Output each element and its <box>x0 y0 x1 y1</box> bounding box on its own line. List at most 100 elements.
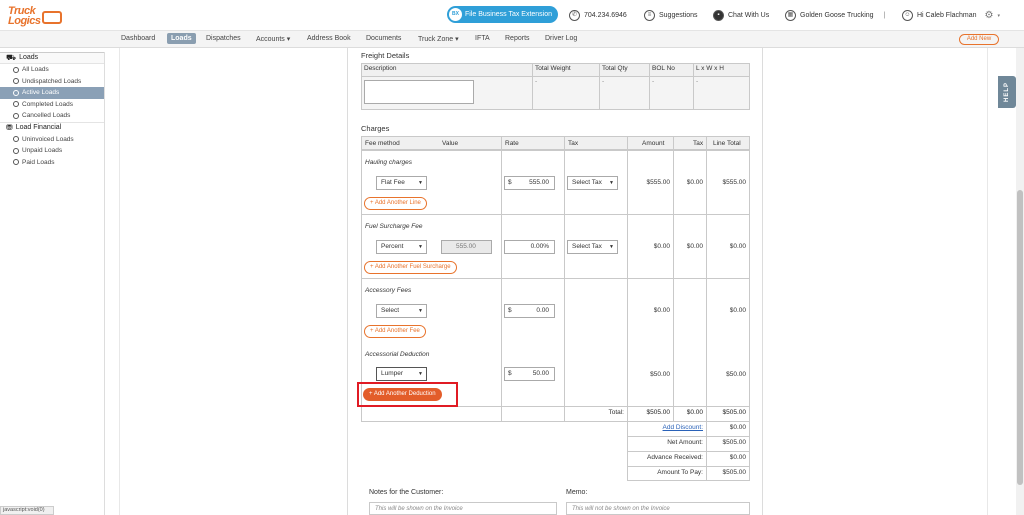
scrollbar[interactable] <box>1016 48 1024 515</box>
column-header: Description <box>361 63 533 77</box>
scrollbar-thumb[interactable] <box>1017 190 1023 485</box>
help-tab[interactable]: HELP <box>998 76 1016 108</box>
sidebar-item-label: Active Loads <box>22 89 60 96</box>
fuel-tax-amount: $0.00 <box>686 243 703 250</box>
add-another-line-button[interactable]: + Add Another Line <box>364 197 427 210</box>
circle-icon <box>13 159 19 166</box>
nav-loads[interactable]: Loads <box>167 33 196 44</box>
fuel-value-input: 555.00 <box>441 240 492 254</box>
sidebar-item-paid-loads[interactable]: Paid Loads <box>0 157 104 169</box>
truck-icon: ⛟ <box>6 53 17 62</box>
truck-logics-logo[interactable]: Truck Logics <box>6 5 62 29</box>
sidebar-item-completed-loads[interactable]: Completed Loads <box>0 99 104 111</box>
content-divider <box>119 48 120 515</box>
sidebar-header-load-financial[interactable]: ⛃ Load Financial <box>0 121 104 134</box>
sidebar-item-label: Unpaid Loads <box>22 147 63 154</box>
nav-driver-log[interactable]: Driver Log <box>545 35 577 42</box>
gear-icon[interactable]: ⚙ <box>985 10 994 21</box>
amount-to-pay-value: $505.00 <box>722 469 747 476</box>
currency-symbol: $ <box>508 307 512 314</box>
sidebar-item-label: Completed Loads <box>22 100 73 108</box>
accessory-fee-select[interactable]: Select ▼ <box>376 304 427 318</box>
sidebar-item-undispatched-loads[interactable]: Undispatched Loads <box>0 76 104 88</box>
deduction-type-select[interactable]: Lumper ▼ <box>376 367 427 381</box>
add-another-fuel-surcharge-button[interactable]: + Add Another Fuel Surcharge <box>364 261 457 274</box>
nav-truck-zone[interactable]: Truck Zone ▾ <box>418 35 459 43</box>
sidebar-item-active-loads[interactable]: Active Loads <box>0 87 104 99</box>
add-new-button[interactable]: Add New <box>959 34 999 45</box>
phone-icon: ✆ <box>569 10 580 21</box>
advance-received-value: $0.00 <box>729 454 746 461</box>
freight-details-title: Freight Details <box>361 51 410 60</box>
total-line: $505.00 <box>722 409 747 416</box>
sidebar-header-label: Loads <box>19 54 39 61</box>
nav-documents[interactable]: Documents <box>366 35 401 42</box>
discount-value: $0.00 <box>729 424 746 431</box>
table-cell: - <box>532 76 600 110</box>
customer-notes-textarea[interactable]: This will be shown on the Invoice <box>369 502 557 515</box>
nav-dashboard[interactable]: Dashboard <box>121 35 155 42</box>
column-header: BOL No <box>649 63 694 77</box>
sidebar-item-all-loads[interactable]: All Loads <box>0 64 104 76</box>
phone-number: 704.234.6946 <box>584 12 627 19</box>
sidebar-item-label: All Loads <box>22 66 49 73</box>
phone-link[interactable]: ✆ 704.234.6946 <box>569 10 627 21</box>
chevron-down-icon: ▼ <box>418 308 423 314</box>
nav-dispatches[interactable]: Dispatches <box>206 35 241 42</box>
chat-icon: ▪ <box>713 10 724 21</box>
divider <box>361 214 750 215</box>
freight-table: Description Total Weight Total Qty BOL N… <box>361 63 750 110</box>
file-tax-extension-button[interactable]: BX File Business Tax Extension <box>447 6 558 23</box>
chevron-down-icon: ▼ <box>418 371 423 377</box>
memo-textarea[interactable]: This will not be shown on the Invoice <box>566 502 750 515</box>
button-label: Add Another Fee <box>374 328 420 334</box>
chevron-down-icon: ▼ <box>609 244 614 250</box>
status-bar: javascript:void(0) <box>0 506 54 515</box>
suggestions-link[interactable]: ≡ Suggestions <box>644 10 698 21</box>
column-header: Tax <box>568 140 579 147</box>
sidebar-item-cancelled-loads[interactable]: Cancelled Loads <box>0 110 104 122</box>
sidebar-item-uninvoiced-loads[interactable]: Uninvoiced Loads <box>0 134 104 146</box>
fuel-tax-select[interactable]: Select Tax ▼ <box>567 240 618 254</box>
description-textarea[interactable] <box>364 80 474 104</box>
nav-accounts[interactable]: Accounts ▾ <box>256 35 290 43</box>
circle-icon <box>13 78 19 85</box>
hauling-fee-method-select[interactable]: Flat Fee ▼ <box>376 176 427 190</box>
sidebar-item-label: Cancelled Loads <box>22 112 71 119</box>
user-icon: ☺ <box>902 10 913 21</box>
sidebar-item-label: Undispatched Loads <box>22 77 82 85</box>
sidebar-header-loads[interactable]: ⛟ Loads <box>0 52 104 64</box>
currency-symbol: $ <box>508 179 512 186</box>
column-header: L x W x H <box>693 63 750 77</box>
nav-reports[interactable]: Reports <box>505 35 530 42</box>
input-value: 0.00 <box>536 307 549 314</box>
accessorial-deduction-label: Accessorial Deduction <box>365 351 430 358</box>
add-discount-link[interactable]: Add Discount: <box>630 424 703 431</box>
user-menu[interactable]: ☺ Hi Caleb Flachman ⚙ ▾ <box>902 10 1000 21</box>
fuel-fee-method-select[interactable]: Percent ▼ <box>376 240 427 254</box>
fuel-rate-input[interactable]: 0.00% <box>504 240 555 254</box>
main-nav: Dashboard Loads Dispatches Accounts ▾ Ad… <box>0 31 1024 48</box>
company-link[interactable]: ▦ Golden Goose Trucking | <box>785 10 885 21</box>
chat-label: Chat With Us <box>728 12 770 19</box>
percent-symbol: % <box>543 243 549 250</box>
memo-label: Memo: <box>566 489 588 496</box>
amount-to-pay-label: Amount To Pay: <box>657 469 703 476</box>
circle-icon <box>13 89 19 96</box>
deduction-rate-input[interactable]: $50.00 <box>504 367 555 381</box>
hauling-tax-select[interactable]: Select Tax ▼ <box>567 176 618 190</box>
nav-address-book[interactable]: Address Book <box>307 35 351 42</box>
nav-ifta[interactable]: IFTA <box>475 35 490 42</box>
column-header: Rate <box>505 140 519 147</box>
deduction-amount: $50.00 <box>650 371 670 378</box>
highlight-frame <box>357 382 458 407</box>
customer-notes-label: Notes for the Customer: <box>369 489 444 496</box>
hauling-rate-input[interactable]: $555.00 <box>504 176 555 190</box>
accessory-rate-input[interactable]: $0.00 <box>504 304 555 318</box>
charges-title: Charges <box>361 124 390 133</box>
chat-with-us-link[interactable]: ▪ Chat With Us <box>713 10 769 21</box>
sidebar-item-unpaid-loads[interactable]: Unpaid Loads <box>0 145 104 157</box>
accessory-amount: $0.00 <box>653 307 670 314</box>
add-another-fee-button[interactable]: + Add Another Fee <box>364 325 426 338</box>
tax-button-label: File Business Tax Extension <box>465 11 553 18</box>
